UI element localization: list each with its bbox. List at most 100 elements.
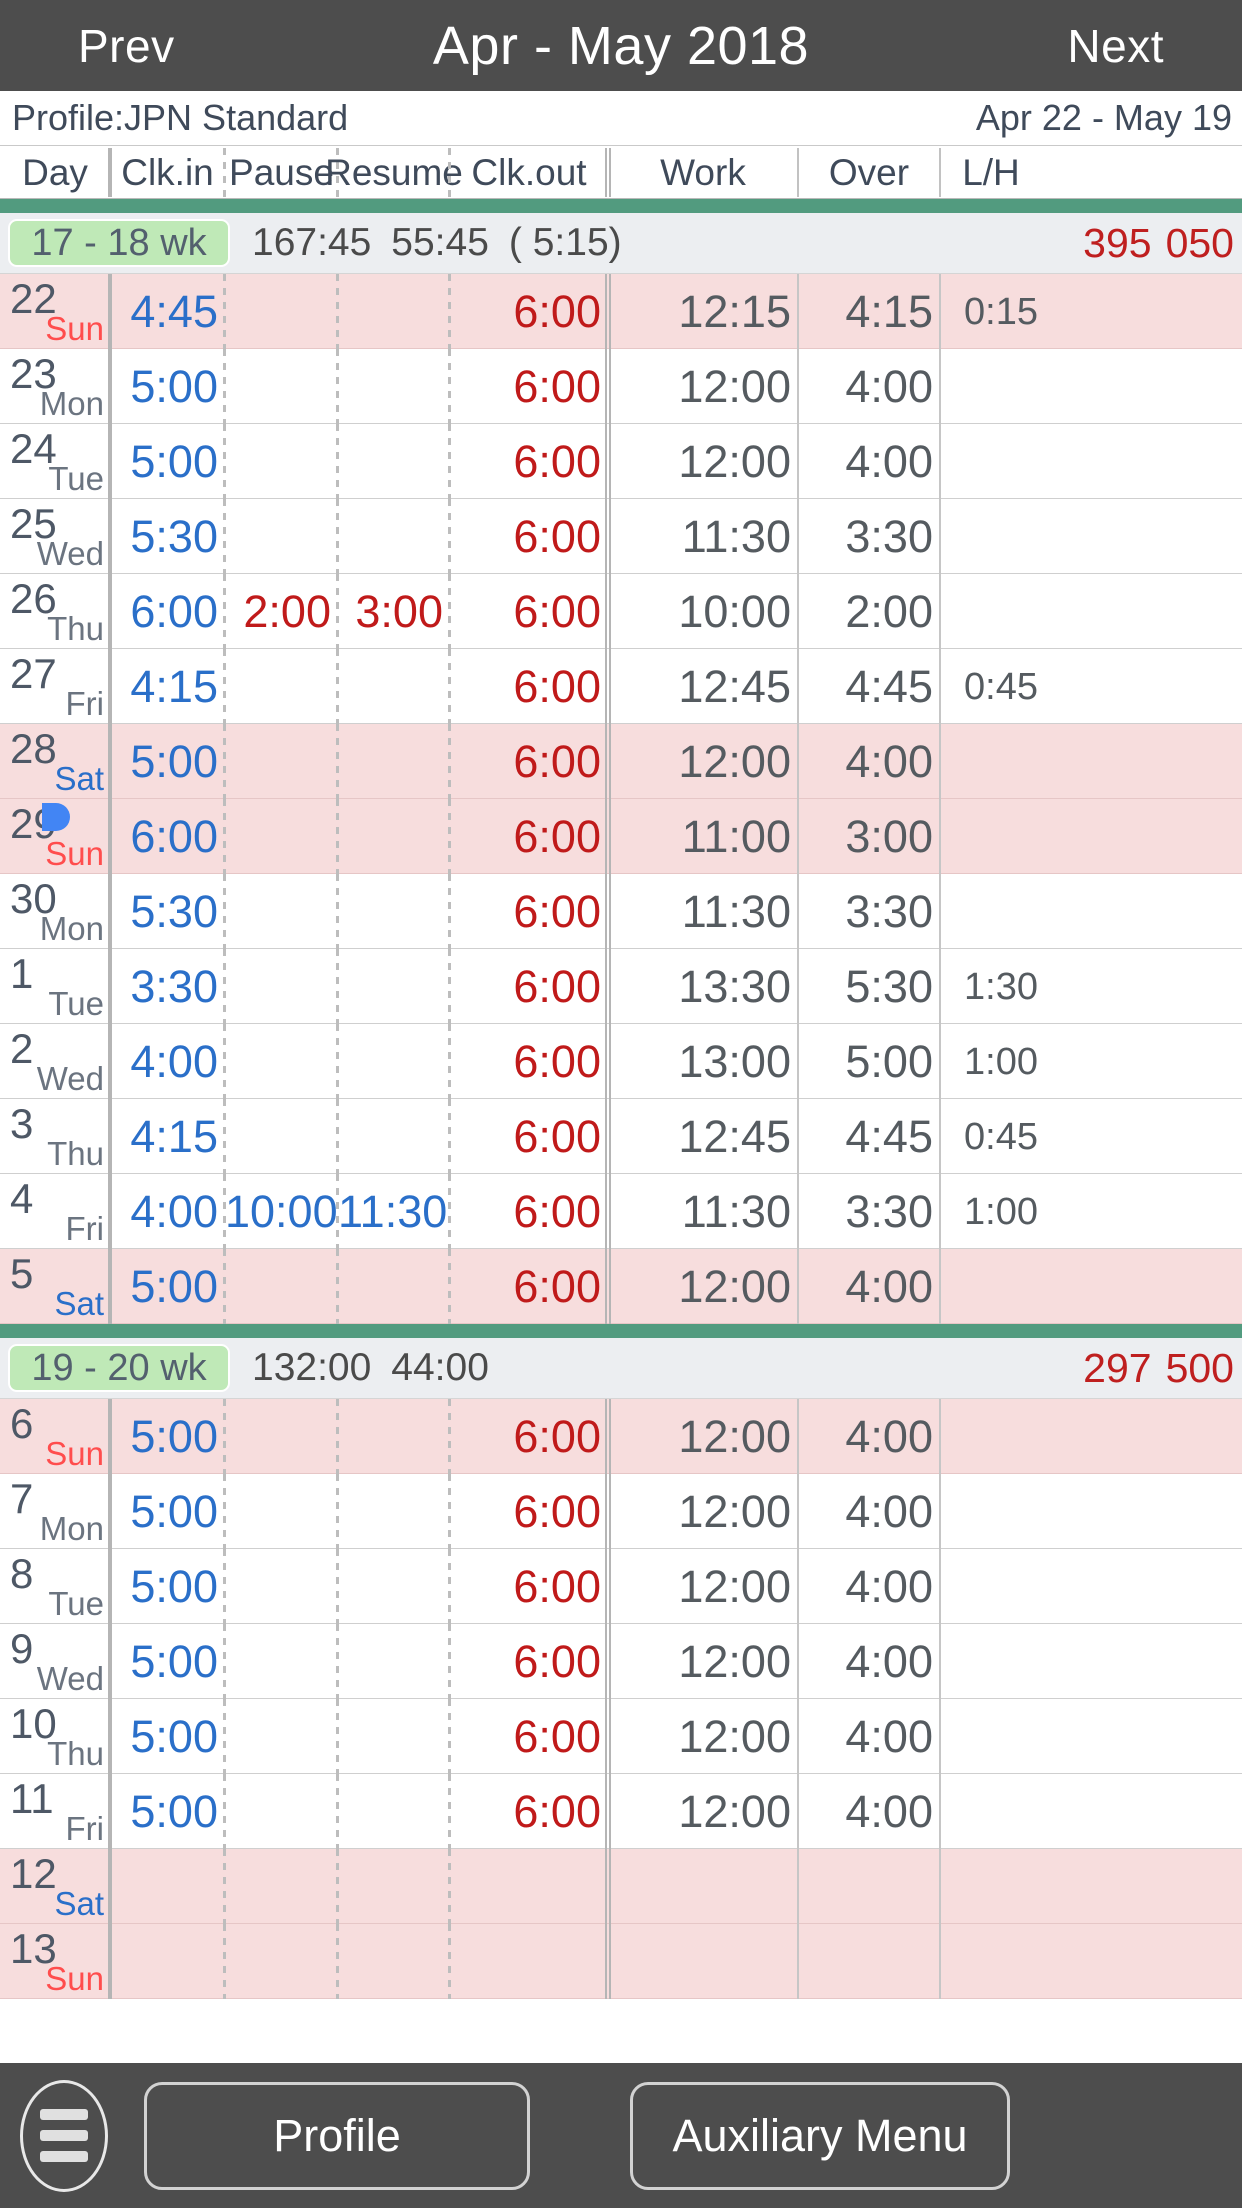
day-cell[interactable]: 29 Sun <box>0 799 112 874</box>
pause-cell[interactable] <box>225 874 339 949</box>
clkout-cell[interactable]: 6:00 <box>450 424 611 499</box>
pause-cell[interactable] <box>225 349 339 424</box>
table-row[interactable]: 24 Tue 5:00 6:00 12:00 4:00 <box>0 424 1242 499</box>
table-row[interactable]: 26 Thu 6:00 2:00 3:00 6:00 10:00 2:00 <box>0 574 1242 649</box>
clkout-cell[interactable]: 6:00 <box>450 1249 611 1324</box>
resume-cell[interactable] <box>338 1924 451 1999</box>
table-row[interactable]: 25 Wed 5:30 6:00 11:30 3:30 <box>0 499 1242 574</box>
clkin-cell[interactable]: 3:30 <box>110 949 226 1024</box>
resume-cell[interactable] <box>338 1849 451 1924</box>
day-cell[interactable]: 6 Sun <box>0 1399 112 1474</box>
clkin-cell[interactable]: 5:00 <box>110 1624 226 1699</box>
day-cell[interactable]: 27 Fri <box>0 649 112 724</box>
column-header-lh[interactable]: L/H <box>940 146 1042 199</box>
clkout-cell[interactable] <box>450 1924 611 1999</box>
clkout-cell[interactable]: 6:00 <box>450 574 611 649</box>
clkout-cell[interactable]: 6:00 <box>450 274 611 349</box>
clkout-cell[interactable]: 6:00 <box>450 499 611 574</box>
pause-cell[interactable]: 2:00 <box>225 574 339 649</box>
pause-cell[interactable] <box>225 1399 339 1474</box>
pause-cell[interactable] <box>225 1624 339 1699</box>
resume-cell[interactable] <box>338 1549 451 1624</box>
clkin-cell[interactable]: 5:00 <box>110 349 226 424</box>
clkin-cell[interactable]: 5:00 <box>110 1399 226 1474</box>
day-cell[interactable]: 2 Wed <box>0 1024 112 1099</box>
column-header-pause[interactable]: Pause <box>225 146 339 199</box>
day-cell[interactable]: 5 Sat <box>0 1249 112 1324</box>
clkout-cell[interactable]: 6:00 <box>450 874 611 949</box>
table-row[interactable]: 27 Fri 4:15 6:00 12:45 4:45 0:45 <box>0 649 1242 724</box>
column-header-work[interactable]: Work <box>608 146 799 199</box>
pause-cell[interactable] <box>225 1024 339 1099</box>
resume-cell[interactable] <box>338 499 451 574</box>
resume-cell[interactable] <box>338 724 451 799</box>
table-row[interactable]: 1 Tue 3:30 6:00 13:30 5:30 1:30 <box>0 949 1242 1024</box>
resume-cell[interactable] <box>338 1099 451 1174</box>
pause-cell[interactable]: 10:00 <box>225 1174 339 1249</box>
day-cell[interactable]: 13 Sun <box>0 1924 112 1999</box>
pause-cell[interactable] <box>225 499 339 574</box>
day-cell[interactable]: 10 Thu <box>0 1699 112 1774</box>
resume-cell[interactable] <box>338 349 451 424</box>
day-cell[interactable]: 26 Thu <box>0 574 112 649</box>
day-cell[interactable]: 24 Tue <box>0 424 112 499</box>
table-row[interactable]: 4 Fri 4:00 10:00 11:30 6:00 11:30 3:30 1:00 <box>0 1174 1242 1249</box>
clkin-cell[interactable]: 5:00 <box>110 424 226 499</box>
pause-cell[interactable] <box>225 1549 339 1624</box>
pause-cell[interactable] <box>225 1099 339 1174</box>
column-header-clkout[interactable]: Clk.out <box>450 146 611 199</box>
day-cell[interactable]: 30 Mon <box>0 874 112 949</box>
day-cell[interactable]: 11 Fri <box>0 1774 112 1849</box>
resume-cell[interactable] <box>338 1699 451 1774</box>
clkout-cell[interactable]: 6:00 <box>450 949 611 1024</box>
clkout-cell[interactable]: 6:00 <box>450 1699 611 1774</box>
clkout-cell[interactable]: 6:00 <box>450 1549 611 1624</box>
clkout-cell[interactable]: 6:00 <box>450 1774 611 1849</box>
pause-cell[interactable] <box>225 1849 339 1924</box>
clkin-cell[interactable]: 5:00 <box>110 1474 226 1549</box>
table-row[interactable]: 10 Thu 5:00 6:00 12:00 4:00 <box>0 1699 1242 1774</box>
pause-cell[interactable] <box>225 1249 339 1324</box>
week-range-pill[interactable]: 19 - 20 wk <box>8 1344 230 1392</box>
resume-cell[interactable] <box>338 949 451 1024</box>
clkin-cell[interactable]: 4:45 <box>110 274 226 349</box>
column-header-resume[interactable]: Resume <box>325 146 463 199</box>
profile-button[interactable]: Profile <box>144 2081 530 2190</box>
clkout-cell[interactable]: 6:00 <box>450 1174 611 1249</box>
clkin-cell[interactable]: 5:00 <box>110 1249 226 1324</box>
day-cell[interactable]: 4 Fri <box>0 1174 112 1249</box>
table-row[interactable]: 2 Wed 4:00 6:00 13:00 5:00 1:00 <box>0 1024 1242 1099</box>
clkin-cell[interactable]: 5:00 <box>110 1549 226 1624</box>
clkin-cell[interactable]: 5:30 <box>110 499 226 574</box>
resume-cell[interactable] <box>338 1774 451 1849</box>
clkout-cell[interactable]: 6:00 <box>450 349 611 424</box>
timecard-table-body[interactable]: 17 - 18 wk 167:45 55:45( 5:15) 395 050 22 Sun 4… <box>0 199 1242 2063</box>
day-cell[interactable]: 28 Sat <box>0 724 112 799</box>
resume-cell[interactable]: 11:30 <box>338 1174 451 1249</box>
hamburger-icon[interactable] <box>20 2079 108 2192</box>
resume-cell[interactable] <box>338 799 451 874</box>
clkin-cell[interactable]: 6:00 <box>110 799 226 874</box>
resume-cell[interactable]: 3:00 <box>338 574 451 649</box>
clkin-cell[interactable]: 5:30 <box>110 874 226 949</box>
clkout-cell[interactable]: 6:00 <box>450 1024 611 1099</box>
clkin-cell[interactable]: 5:00 <box>110 1699 226 1774</box>
table-row[interactable]: 3 Thu 4:15 6:00 12:45 4:45 0:45 <box>0 1099 1242 1174</box>
table-row[interactable]: 22 Sun 4:45 6:00 12:15 4:15 0:15 <box>0 274 1242 349</box>
table-row[interactable]: 12 Sat <box>0 1849 1242 1924</box>
pause-cell[interactable] <box>225 1474 339 1549</box>
resume-cell[interactable] <box>338 1024 451 1099</box>
column-header-clkin[interactable]: Clk.in <box>110 146 226 199</box>
resume-cell[interactable] <box>338 649 451 724</box>
clkin-cell[interactable] <box>110 1924 226 1999</box>
table-row[interactable]: 7 Mon 5:00 6:00 12:00 4:00 <box>0 1474 1242 1549</box>
week-summary-row[interactable]: 19 - 20 wk 132:00 44:00 297 500 <box>0 1338 1242 1399</box>
table-row[interactable]: 5 Sat 5:00 6:00 12:00 4:00 <box>0 1249 1242 1324</box>
clkout-cell[interactable]: 6:00 <box>450 1474 611 1549</box>
pause-cell[interactable] <box>225 799 339 874</box>
day-cell[interactable]: 22 Sun <box>0 274 112 349</box>
week-summary-row[interactable]: 17 - 18 wk 167:45 55:45 ( 5:15) 395 050 <box>0 213 1242 274</box>
clkout-cell[interactable]: 6:00 <box>450 724 611 799</box>
prev-period-button[interactable]: Prev <box>60 13 193 79</box>
profile-name-label[interactable]: Profile:JPN Standard <box>12 97 348 139</box>
